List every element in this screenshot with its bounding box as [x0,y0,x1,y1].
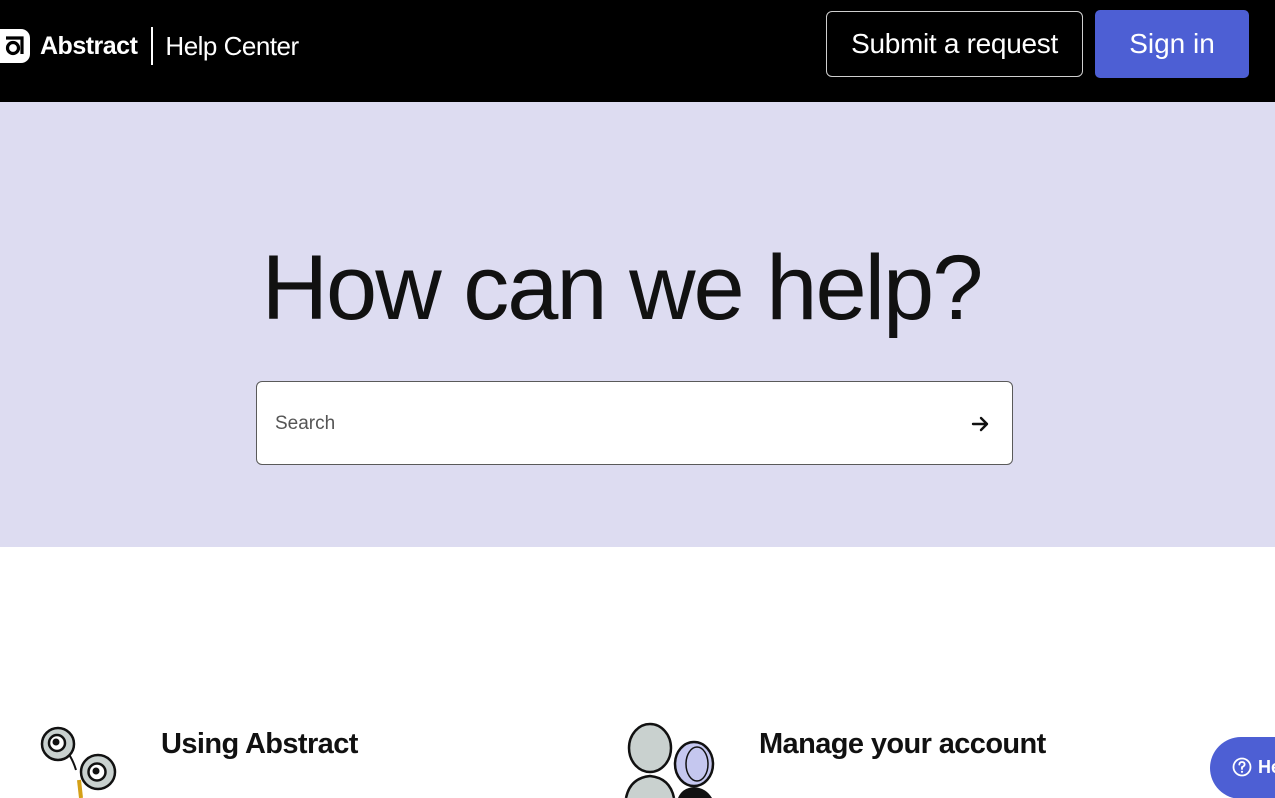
binoculars-icon [40,726,117,798]
arrow-right-icon[interactable] [966,412,996,436]
hero-section: How can we help? [0,102,1275,547]
brand-logo-link[interactable]: Abstract Help Center [0,26,299,66]
search-box [256,381,1013,465]
category-using-abstract[interactable]: Using Abstract [40,722,400,798]
help-circle-icon [1232,757,1252,777]
brand-name: Abstract [40,31,138,60]
help-center-label: Help Center [165,30,299,61]
sign-in-button[interactable]: Sign in [1095,10,1249,78]
page-title: How can we help? [261,237,984,339]
category-title: Manage your account [759,728,1046,760]
submit-request-button[interactable]: Submit a request [826,11,1083,77]
abstract-logo-icon [0,29,30,63]
people-icon [624,722,715,798]
top-navigation-bar: Abstract Help Center Submit a request Si… [0,0,1275,102]
category-manage-account[interactable]: Manage your account [624,722,1054,798]
help-widget-label: He [1258,757,1275,777]
search-input[interactable] [275,408,935,440]
brand-divider [151,27,154,65]
category-title: Using Abstract [161,728,358,760]
help-widget-button[interactable]: He [1210,737,1275,798]
